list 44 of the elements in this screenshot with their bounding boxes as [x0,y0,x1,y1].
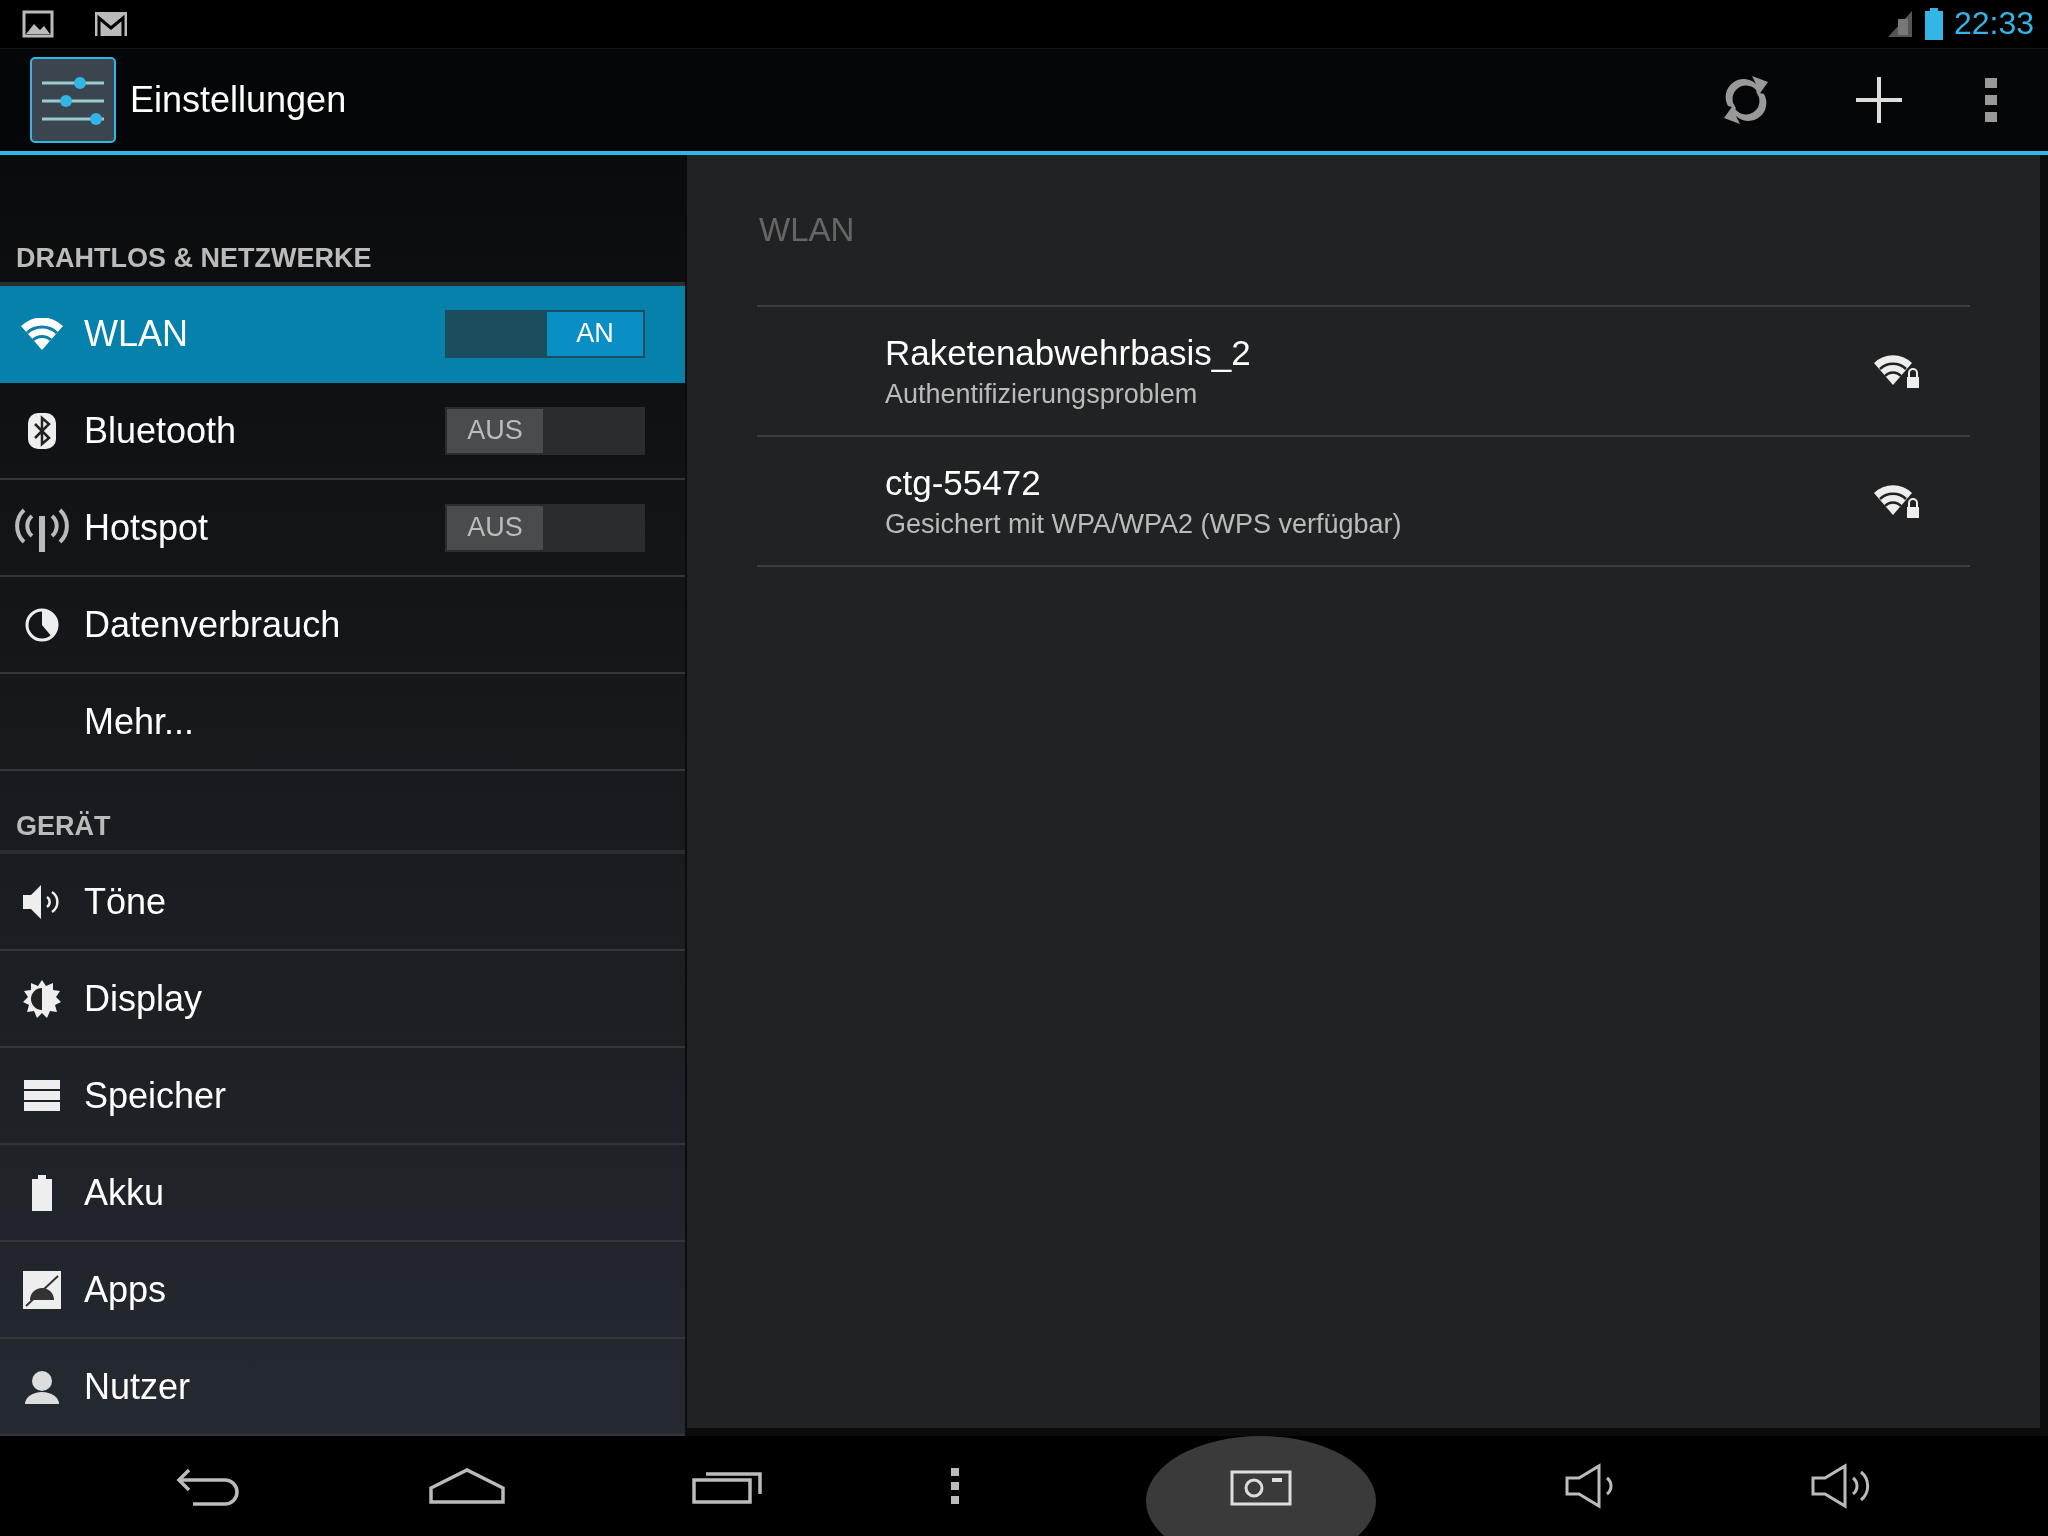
storage-icon [24,1079,60,1112]
battery-icon [31,1174,53,1211]
mail-icon [94,10,128,37]
user-icon [25,1369,59,1404]
clock-time: 22:33 [1953,5,2034,43]
settings-item[interactable]: Speicher [0,1048,685,1145]
panel-title: WLAN [759,211,855,249]
settings-item[interactable]: Apps [0,1242,685,1339]
network-name: Raketenabwehrbasis_2 [885,332,1252,373]
settings-item[interactable]: Mehr... [0,674,685,771]
settings-item[interactable]: Akku [0,1145,685,1242]
toggle-thumb: AUS [447,408,543,453]
section-header: DRAHTLOS & NETZWERKE [16,243,372,274]
toggle-switch[interactable]: AUS [445,406,645,455]
wifi-icon [21,317,63,350]
settings-item[interactable]: Display [0,951,685,1048]
network-status: Gesichert mit WPA/WPA2 (WPS verfügbar) [885,508,1403,540]
home-icon[interactable] [429,1468,506,1504]
app-title: Einstellungen [130,78,347,121]
sliders-app-icon[interactable] [30,56,116,143]
locked-wifi-icon [1874,483,1920,519]
settings-item[interactable]: WLAN AN [0,286,685,383]
network-item[interactable]: Raketenabwehrbasis_2 Authentifizierungsproblem [757,307,1970,437]
overflow-menu-icon[interactable] [1984,75,1998,124]
menu-icon[interactable] [950,1468,960,1504]
settings-item[interactable]: Hotspot AUS [0,480,685,577]
toggle-thumb: AN [547,311,643,356]
bluetooth-icon [27,411,57,450]
settings-item[interactable]: Datenverbrauch [0,577,685,674]
pie-chart-icon [24,606,60,643]
add-icon[interactable] [1854,74,1904,125]
toggle-switch[interactable]: AN [445,309,645,358]
battery-icon [1923,7,1944,40]
network-item[interactable]: ctg-55472 Gesichert mit WPA/WPA2 (WPS verfügbar) [757,437,1970,567]
image-icon [22,9,54,38]
brightness-icon [22,978,62,1019]
network-name: ctg-55472 [885,462,1042,503]
toggle-thumb: AUS [447,505,543,550]
settings-item[interactable]: Bluetooth AUS [0,383,685,480]
toggle-switch[interactable]: AUS [445,503,645,552]
network-status: Authentifizierungsproblem [885,378,1199,410]
settings-item[interactable]: Töne [0,854,685,951]
section-header: GERÄT [16,811,111,842]
locked-wifi-icon [1874,353,1920,389]
